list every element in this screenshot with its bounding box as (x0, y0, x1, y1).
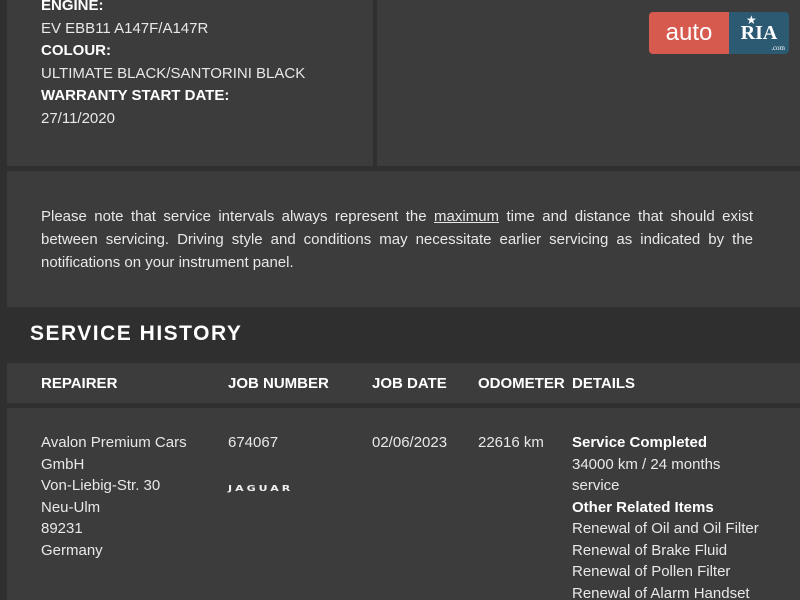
repairer-name-suffix: GmbH (41, 455, 85, 473)
notice-emphasis: maximum (434, 208, 500, 225)
repairer-cell: Avalon Premium Cars GmbH Von-Liebig-Str.… (41, 432, 187, 561)
engine-label: ENGINE: (41, 0, 104, 14)
column-details: DETAILS (572, 375, 636, 392)
colour-label: COLOUR: (41, 42, 111, 59)
column-repairer: REPAIRER (41, 375, 118, 392)
job-date-cell: 02/06/2023 (372, 432, 447, 454)
related-item: Renewal of Pollen Filter (572, 563, 731, 580)
autoria-watermark: auto RIA .com ★ (649, 12, 789, 54)
watermark-domain: .com (771, 44, 785, 52)
job-number-cell: 674067 (228, 432, 278, 454)
odometer-cell: 22616 km (478, 432, 544, 454)
service-report-page: ENGINE: EV EBB11 A147F/A147R COLOUR: ULT… (0, 0, 800, 600)
star-icon: ★ (746, 13, 757, 27)
details-heading: Service Completed (572, 434, 708, 451)
warranty-value: 27/11/2020 (41, 109, 115, 127)
engine-value: EV EBB11 A147F/A147R (41, 19, 209, 37)
warranty-label: WARRANTY START DATE: (41, 87, 230, 104)
repairer-name: Avalon Premium Cars (41, 434, 187, 451)
details-interval-suffix: service (572, 477, 620, 494)
repairer-postcode: 89231 (41, 520, 83, 537)
related-item: Renewal of Alarm Handset (572, 584, 750, 600)
jaguar-logo: JAGUAR (228, 484, 294, 494)
watermark-ria-block: RIA .com (729, 12, 789, 54)
service-history-header: REPAIRER JOB NUMBER JOB DATE ODOMETER DE… (7, 363, 800, 403)
related-heading: Other Related Items (572, 498, 714, 516)
notice-text-before: Please note that service intervals alway… (41, 208, 435, 225)
related-item: Renewal of Brake Fluid (572, 541, 728, 559)
service-history-title: SERVICE HISTORY (30, 322, 243, 345)
column-job-number: JOB NUMBER (228, 375, 329, 392)
column-job-date: JOB DATE (372, 375, 447, 392)
table-row: Avalon Premium Cars GmbH Von-Liebig-Str.… (7, 408, 800, 600)
watermark-auto-text: auto (649, 12, 729, 54)
vehicle-details: ENGINE: EV EBB11 A147F/A147R COLOUR: ULT… (41, 0, 361, 130)
job-date: 02/06/2023 (372, 434, 448, 451)
notice-text: Please note that service intervals alway… (41, 205, 753, 274)
service-interval-notice: Please note that service intervals alway… (7, 171, 800, 307)
odometer: 22616 km (478, 434, 544, 451)
colour-value: ULTIMATE BLACK/SANTORINI BLACK (41, 64, 306, 82)
repairer-country: Germany (41, 541, 103, 559)
column-odometer: ODOMETER (478, 375, 565, 392)
related-item: Renewal of Oil and Oil Filter (572, 520, 759, 537)
details-cell: Service Completed 34000 km / 24 months s… (572, 432, 759, 600)
repairer-street: Von-Liebig-Str. 30 (41, 477, 161, 494)
job-number: 674067 (228, 434, 279, 451)
repairer-city: Neu-Ulm (41, 498, 101, 516)
details-interval: 34000 km / 24 months (572, 455, 721, 473)
